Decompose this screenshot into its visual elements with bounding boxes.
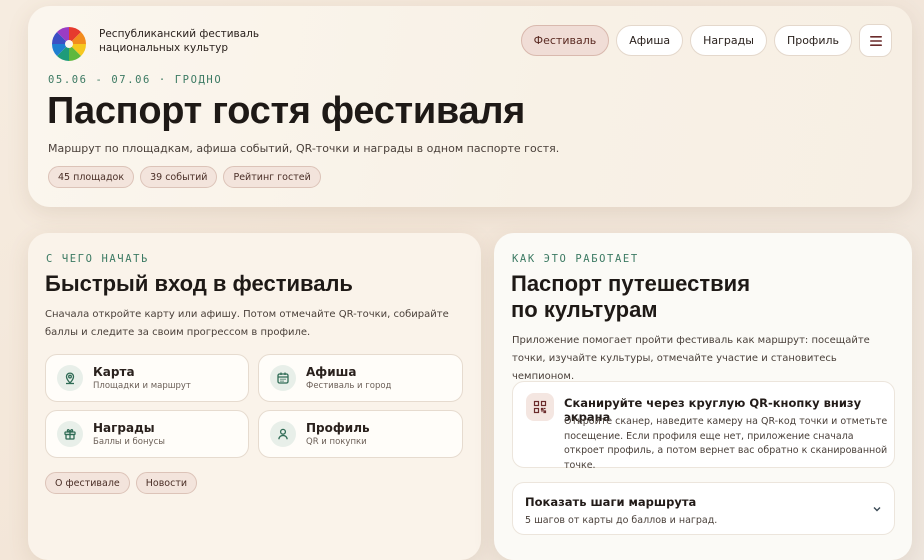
qr-code-icon — [526, 393, 554, 421]
map-pin-icon — [57, 365, 83, 391]
quick-start-description: Сначала откройте карту или афишу. Потом … — [45, 309, 449, 338]
quick-start-card: С ЧЕГО НАЧАТЬ Быстрый вход в фестиваль С… — [28, 233, 481, 560]
venues-count-chip[interactable]: 45 площадок — [48, 166, 135, 188]
quick-links: Карта Площадки и маршрут Афиша Фестиваль… — [45, 354, 463, 458]
hero-stats: 45 площадок 39 событий Рейтинг гостей — [48, 166, 321, 188]
hero-card: Республиканский фестиваль национальных к… — [28, 6, 912, 207]
calendar-icon — [270, 365, 296, 391]
how-it-works-title-line2: по культурам — [511, 297, 658, 322]
nav-profile[interactable]: Профиль — [773, 25, 852, 56]
scan-body: Откройте сканер, наведите камеру на QR-к… — [564, 416, 888, 471]
festival-logo-icon[interactable] — [50, 25, 88, 63]
quick-start-title: Быстрый вход в фестиваль — [45, 271, 353, 296]
page-title: Паспорт гостя фестиваля — [47, 90, 526, 132]
brand-name: Республиканский фестиваль национальных к… — [99, 28, 260, 54]
hamburger-icon — [869, 35, 882, 46]
event-dates: 05.06 - 07.06 · ГРОДНО — [48, 74, 223, 86]
route-steps-toggle[interactable]: Показать шаги маршрута 5 шагов от карты … — [512, 482, 895, 535]
quick-link-sub: Фестиваль и город — [306, 380, 392, 391]
quick-link-sub: QR и покупки — [306, 436, 367, 447]
user-icon — [270, 421, 296, 447]
top-nav: Фестиваль Афиша Награды Профиль — [520, 24, 892, 57]
page-subtitle: Маршрут по площадкам, афиша событий, QR-… — [48, 142, 560, 155]
route-steps-title: Показать шаги маршрута — [525, 495, 697, 509]
guest-rating-chip[interactable]: Рейтинг гостей — [223, 166, 321, 188]
chevron-down-icon — [873, 507, 881, 512]
how-it-works-title-line1: Паспорт путешествия — [511, 271, 751, 296]
quick-link-label: Карта — [93, 364, 135, 379]
nav-festival[interactable]: Фестиваль — [520, 25, 610, 56]
quick-link-sub: Площадки и маршрут — [93, 380, 191, 391]
how-it-works-card: КАК ЭТО РАБОТАЕТ Паспорт путешествия по … — [494, 233, 912, 560]
route-steps-sub: 5 шагов от карты до баллов и наград. — [525, 515, 718, 526]
quick-link-label: Награды — [93, 420, 155, 435]
how-it-works-description: Приложение помогает пройти фестиваль как… — [512, 335, 870, 382]
gift-icon — [57, 421, 83, 447]
how-it-works-title: Паспорт путешествия по культурам — [511, 271, 750, 323]
quick-start-eyebrow: С ЧЕГО НАЧАТЬ — [46, 253, 149, 265]
quick-link-label: Профиль — [306, 420, 370, 435]
quick-link-label: Афиша — [306, 364, 357, 379]
quick-link-awards[interactable]: Награды Баллы и бонусы — [45, 410, 249, 458]
quick-link-sub: Баллы и бонусы — [93, 436, 165, 447]
events-count-chip[interactable]: 39 событий — [140, 166, 218, 188]
quick-link-map[interactable]: Карта Площадки и маршрут — [45, 354, 249, 402]
quick-link-afisha[interactable]: Афиша Фестиваль и город — [258, 354, 463, 402]
about-festival-chip[interactable]: О фестивале — [45, 472, 130, 494]
scan-info-box: Сканируйте через круглую QR-кнопку внизу… — [512, 381, 895, 471]
menu-button[interactable] — [859, 24, 892, 57]
nav-afisha[interactable]: Афиша — [616, 25, 684, 56]
news-chip[interactable]: Новости — [135, 472, 198, 494]
nav-awards[interactable]: Награды — [690, 25, 767, 56]
how-it-works-eyebrow: КАК ЭТО РАБОТАЕТ — [512, 253, 639, 265]
quick-start-chips: О фестивале Новости — [45, 472, 198, 494]
quick-link-profile[interactable]: Профиль QR и покупки — [258, 410, 463, 458]
